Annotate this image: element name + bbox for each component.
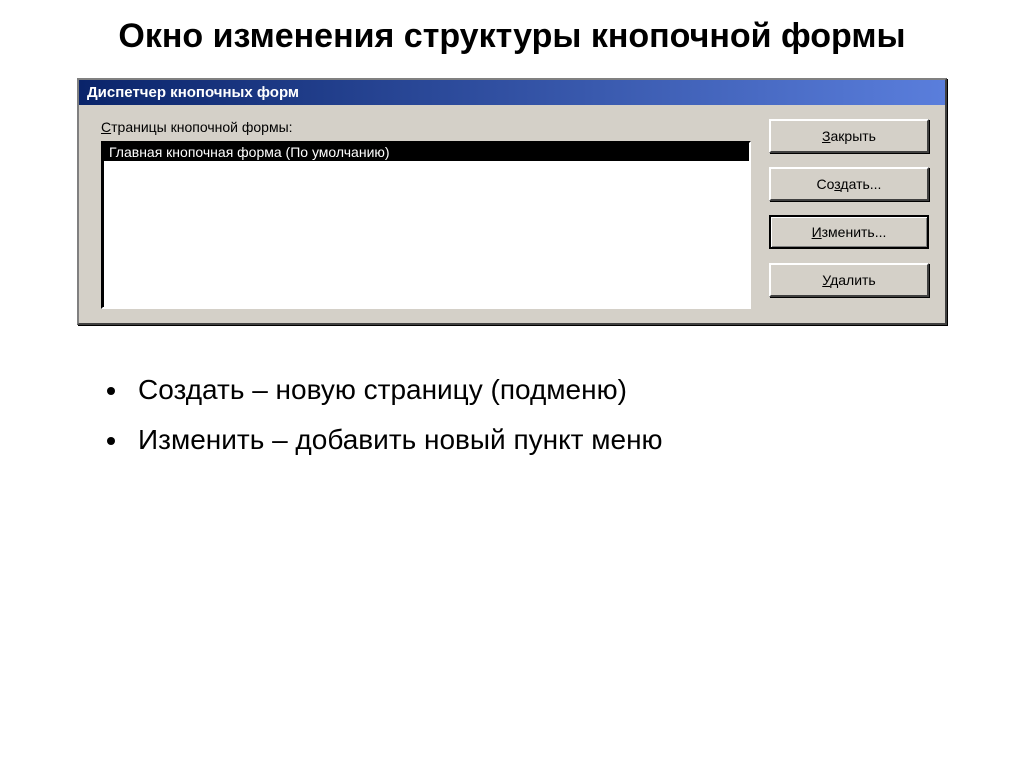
bullet-item: Изменить – добавить новый пункт меню: [130, 415, 984, 465]
list-item[interactable]: Главная кнопочная форма (По умолчанию): [103, 143, 749, 161]
close-button[interactable]: Закрыть: [769, 119, 929, 153]
window-titlebar: Диспетчер кнопочных форм: [79, 80, 945, 105]
slide-title: Окно изменения структуры кнопочной формы: [40, 15, 984, 58]
pages-listbox[interactable]: Главная кнопочная форма (По умолчанию): [101, 141, 751, 309]
left-panel: Страницы кнопочной формы: Главная кнопоч…: [101, 119, 751, 309]
bullet-list: Создать – новую страницу (подменю) Измен…: [100, 365, 984, 466]
create-button[interactable]: Создать...: [769, 167, 929, 201]
window-body: Страницы кнопочной формы: Главная кнопоч…: [79, 105, 945, 323]
bullet-item: Создать – новую страницу (подменю): [130, 365, 984, 415]
delete-button[interactable]: Удалить: [769, 263, 929, 297]
button-column: Закрыть Создать... Изменить... Удалить: [769, 119, 929, 309]
listbox-label: Страницы кнопочной формы:: [101, 119, 751, 135]
dialog-window: Диспетчер кнопочных форм Страницы кнопоч…: [77, 78, 947, 325]
edit-button[interactable]: Изменить...: [769, 215, 929, 249]
